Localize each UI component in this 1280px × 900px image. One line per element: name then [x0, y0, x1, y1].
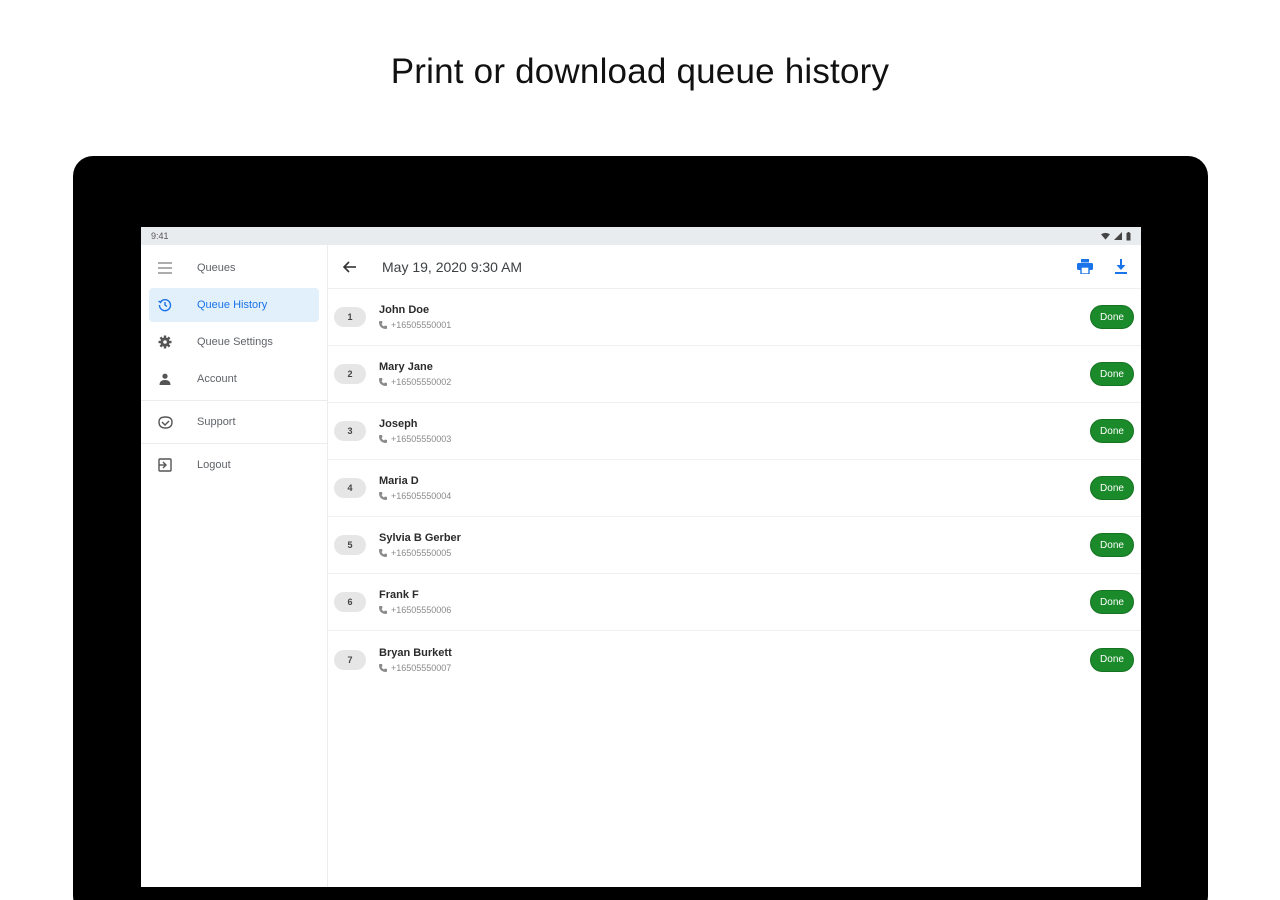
list-item-text: John Doe +16505550001: [379, 304, 1090, 330]
history-icon: [149, 298, 181, 312]
phone-icon: [379, 321, 387, 329]
sidebar-item-account[interactable]: Account: [149, 362, 319, 396]
customer-name: Frank F: [379, 589, 419, 601]
signal-icon: [1114, 232, 1122, 240]
customer-phone-line: +16505550001: [379, 320, 1090, 330]
status-time: 9:41: [151, 231, 169, 241]
list-item-text: Maria D +16505550004: [379, 475, 1090, 501]
toolbar: May 19, 2020 9:30 AM: [328, 245, 1141, 289]
phone-icon: [379, 606, 387, 614]
battery-icon: [1126, 231, 1131, 240]
queue-number-chip: 2: [334, 364, 366, 384]
list-item-text: Joseph +16505550003: [379, 418, 1090, 444]
page-title: May 19, 2020 9:30 AM: [382, 258, 523, 275]
back-button[interactable]: [338, 256, 360, 278]
sidebar-item-label: Queues: [197, 262, 236, 274]
customer-phone-line: +16505550004: [379, 491, 1090, 501]
download-button[interactable]: [1109, 255, 1133, 279]
customer-phone: +16505550001: [391, 320, 452, 330]
customer-phone-line: +16505550003: [379, 434, 1090, 444]
list-item[interactable]: 5 Sylvia B Gerber +16505550005 Done: [328, 517, 1141, 574]
customer-phone: +16505550002: [391, 377, 452, 387]
sidebar-divider: [141, 400, 327, 401]
headline: Print or download queue history: [390, 52, 890, 91]
person-icon: [149, 373, 181, 385]
sidebar-item-support[interactable]: Support: [149, 405, 319, 439]
customer-name: Sylvia B Gerber: [379, 532, 461, 544]
list-item-text: Mary Jane +16505550002: [379, 361, 1090, 387]
status-badge: Done: [1090, 419, 1134, 443]
customer-phone: +16505550003: [391, 434, 452, 444]
sidebar-divider: [141, 443, 327, 444]
status-badge: Done: [1090, 362, 1134, 386]
status-icons: [1101, 231, 1131, 241]
queue-number-chip: 6: [334, 592, 366, 612]
list-item-text: Sylvia B Gerber +16505550005: [379, 532, 1090, 558]
customer-phone: +16505550004: [391, 491, 452, 501]
support-icon: [149, 415, 181, 429]
customer-phone: +16505550005: [391, 548, 452, 558]
list-item[interactable]: 6 Frank F +16505550006 Done: [328, 574, 1141, 631]
queue-number-chip: 4: [334, 478, 366, 498]
arrow-left-icon: [342, 260, 356, 273]
status-bar: 9:41: [141, 227, 1141, 245]
list-item-text: Frank F +16505550006: [379, 589, 1090, 615]
customer-phone: +16505550006: [391, 605, 452, 615]
list-item[interactable]: 2 Mary Jane +16505550002 Done: [328, 346, 1141, 403]
menu-icon: [149, 262, 181, 274]
queue-number-chip: 1: [334, 307, 366, 327]
customer-name: John Doe: [379, 304, 430, 316]
status-badge: Done: [1090, 647, 1134, 672]
customer-name: Maria D: [379, 475, 419, 487]
customer-name: Joseph: [379, 418, 418, 430]
sidebar-item-label: Logout: [197, 459, 231, 471]
status-badge: Done: [1090, 590, 1134, 614]
sidebar-item-label: Account: [197, 373, 237, 385]
print-button[interactable]: [1073, 255, 1097, 279]
list-item[interactable]: 1 John Doe +16505550001 Done: [328, 289, 1141, 346]
customer-phone-line: +16505550005: [379, 548, 1090, 558]
phone-icon: [379, 549, 387, 557]
main-content: May 19, 2020 9:30 AM 1 John Doe +1650555…: [328, 245, 1141, 887]
phone-icon: [379, 435, 387, 443]
status-badge: Done: [1090, 476, 1134, 500]
status-badge: Done: [1090, 533, 1134, 557]
customer-name: Bryan Burkett: [379, 646, 452, 659]
phone-icon: [379, 492, 387, 500]
phone-icon: [379, 378, 387, 386]
sidebar-item-queue-history[interactable]: Queue History: [149, 288, 319, 322]
status-badge: Done: [1090, 305, 1134, 329]
customer-phone-line: +16505550006: [379, 605, 1090, 615]
gear-icon: [149, 335, 181, 349]
queue-number-chip: 5: [334, 535, 366, 555]
queue-history-list: 1 John Doe +16505550001 Done 2 Mary Jane: [328, 289, 1141, 887]
print-icon: [1077, 259, 1093, 274]
sidebar-item-label: Support: [197, 416, 236, 428]
queue-number-chip: 7: [334, 649, 366, 670]
phone-icon: [379, 663, 387, 672]
queue-number-chip: 3: [334, 421, 366, 441]
list-item[interactable]: 3 Joseph +16505550003 Done: [328, 403, 1141, 460]
sidebar-item-logout[interactable]: Logout: [149, 448, 319, 482]
sidebar-item-queue-settings[interactable]: Queue Settings: [149, 325, 319, 359]
wifi-icon: [1101, 232, 1110, 240]
download-icon: [1115, 259, 1127, 274]
list-item-text: Bryan Burkett +16505550007: [379, 647, 1090, 673]
sidebar-item-label: Queue History: [197, 299, 268, 311]
tablet-screen: 9:41 Queues Queue History Queue Settings…: [141, 227, 1141, 887]
sidebar-item-queues[interactable]: Queues: [149, 251, 319, 285]
list-item[interactable]: 7 Bryan Burkett +16505550007 Done: [328, 631, 1141, 688]
list-item[interactable]: 4 Maria D +16505550004 Done: [328, 460, 1141, 517]
customer-phone-line: +16505550002: [379, 377, 1090, 387]
sidebar-item-label: Queue Settings: [197, 336, 273, 348]
customer-phone-line: +16505550007: [379, 663, 1090, 673]
customer-phone: +16505550007: [391, 662, 452, 673]
sidebar: Queues Queue History Queue Settings Acco…: [141, 245, 328, 887]
logout-icon: [149, 458, 181, 472]
customer-name: Mary Jane: [379, 361, 433, 373]
